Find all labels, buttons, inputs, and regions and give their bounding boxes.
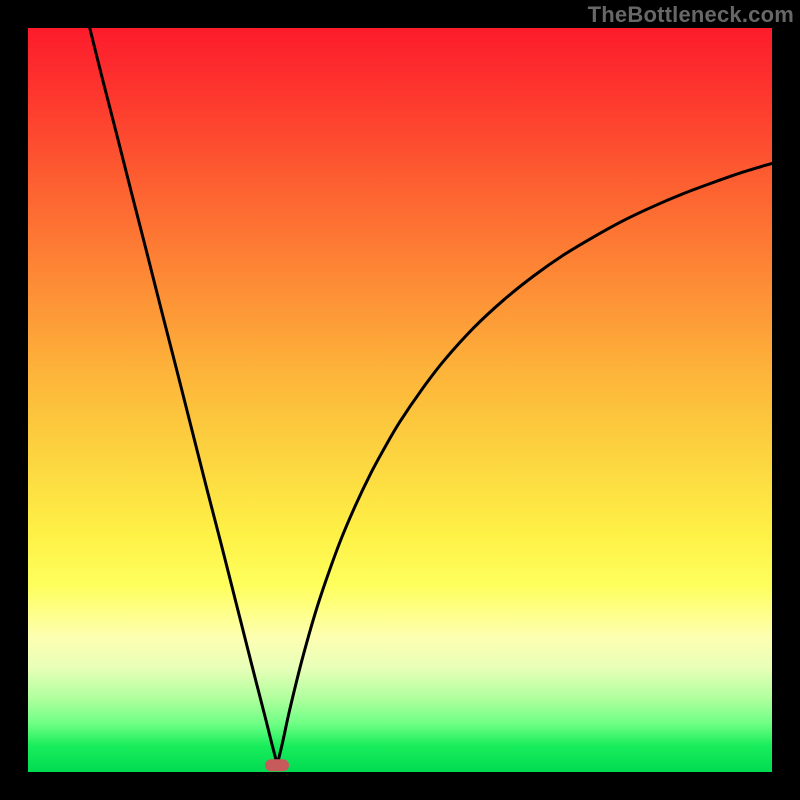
chart-frame: TheBottleneck.com xyxy=(0,0,800,800)
curve-layer xyxy=(28,28,772,772)
bottleneck-curve xyxy=(90,28,772,767)
watermark-text: TheBottleneck.com xyxy=(588,2,794,28)
minimum-marker xyxy=(265,759,289,771)
plot-area xyxy=(28,28,772,772)
